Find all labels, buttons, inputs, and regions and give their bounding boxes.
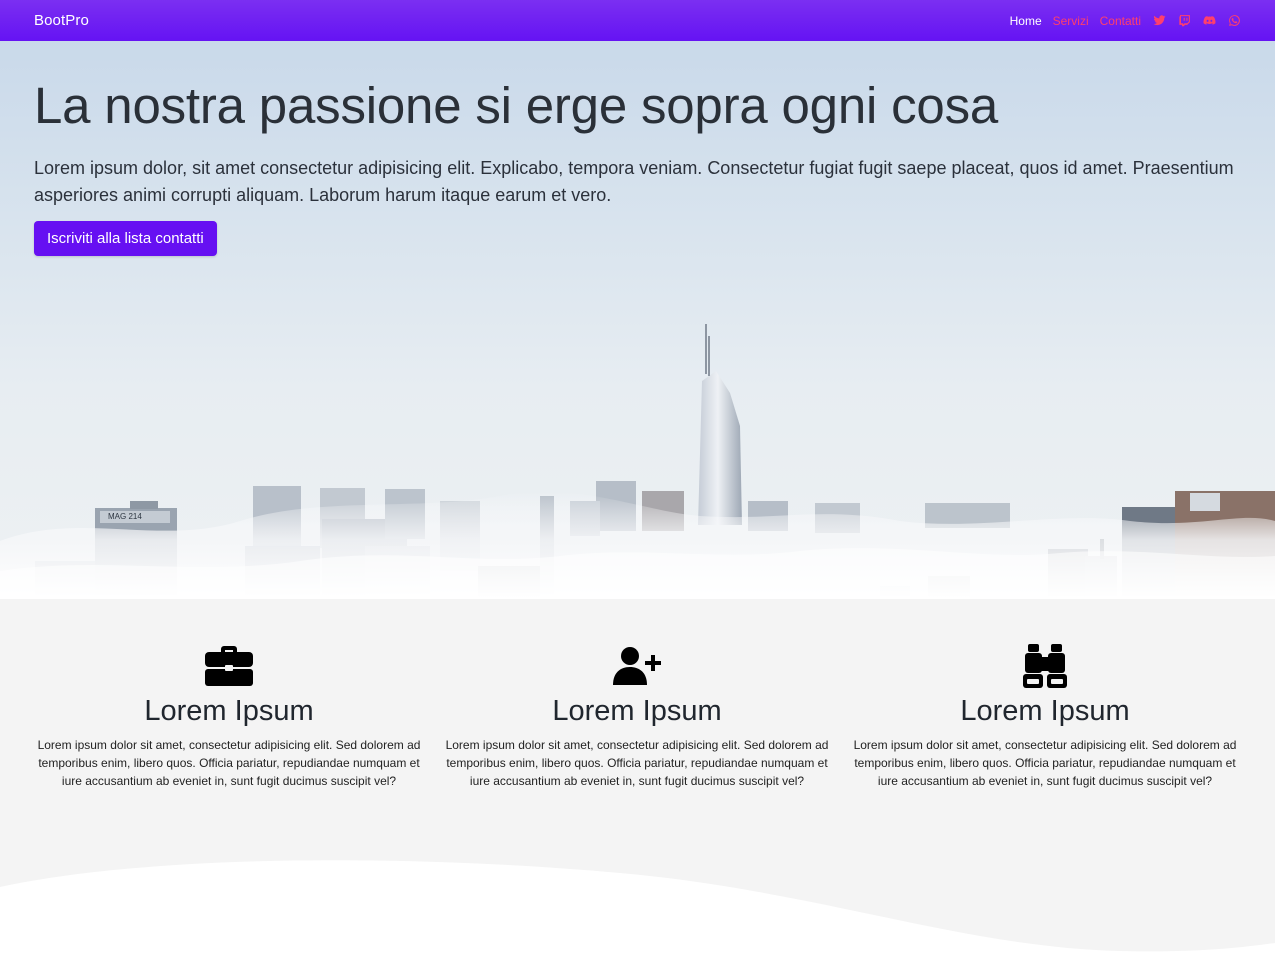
subscribe-button[interactable]: Iscriviti alla lista contatti [34, 220, 217, 256]
feature-text: Lorem ipsum dolor sit amet, consectetur … [853, 738, 1237, 788]
briefcase-icon [34, 643, 424, 689]
hero-text: Lorem ipsum dolor, sit amet consectetur … [34, 157, 1234, 205]
nav-link-servizi[interactable]: Servizi [1053, 14, 1089, 28]
hero-title: La nostra passione si erge sopra ogni co… [34, 77, 999, 134]
nav-links: Home Servizi Contatti [1010, 14, 1241, 28]
features-section: Lorem Ipsum Lorem ipsum dolor sit amet, … [0, 599, 1275, 961]
feature-title: Lorem Ipsum [144, 695, 314, 727]
wave-divider [0, 860, 1275, 961]
hero-section: MAG 214 La nostra passione si erge sopra… [0, 41, 1275, 599]
feature-text: Lorem ipsum dolor sit amet, consectetur … [37, 738, 421, 788]
twitter-icon[interactable] [1152, 14, 1166, 28]
feature-card: Lorem Ipsum Lorem ipsum dolor sit amet, … [442, 643, 832, 790]
hero-content: La nostra passione si erge sopra ogni co… [34, 79, 1244, 256]
brand-logo[interactable]: BootPro [34, 12, 89, 29]
feature-card: Lorem Ipsum Lorem ipsum dolor sit amet, … [34, 643, 424, 790]
user-plus-icon [442, 643, 832, 689]
feature-title: Lorem Ipsum [960, 695, 1130, 727]
nav-link-contatti[interactable]: Contatti [1100, 14, 1141, 28]
binoculars-icon [850, 643, 1240, 689]
discord-icon[interactable] [1202, 14, 1216, 28]
navbar: BootPro Home Servizi Contatti [0, 0, 1275, 41]
feature-text: Lorem ipsum dolor sit amet, consectetur … [445, 738, 829, 788]
nav-link-home[interactable]: Home [1010, 14, 1042, 28]
building-sign: MAG 214 [108, 512, 142, 521]
feature-card: Lorem Ipsum Lorem ipsum dolor sit amet, … [850, 643, 1240, 790]
whatsapp-icon[interactable] [1227, 14, 1241, 28]
twitch-icon[interactable] [1177, 14, 1191, 28]
feature-title: Lorem Ipsum [552, 695, 722, 727]
